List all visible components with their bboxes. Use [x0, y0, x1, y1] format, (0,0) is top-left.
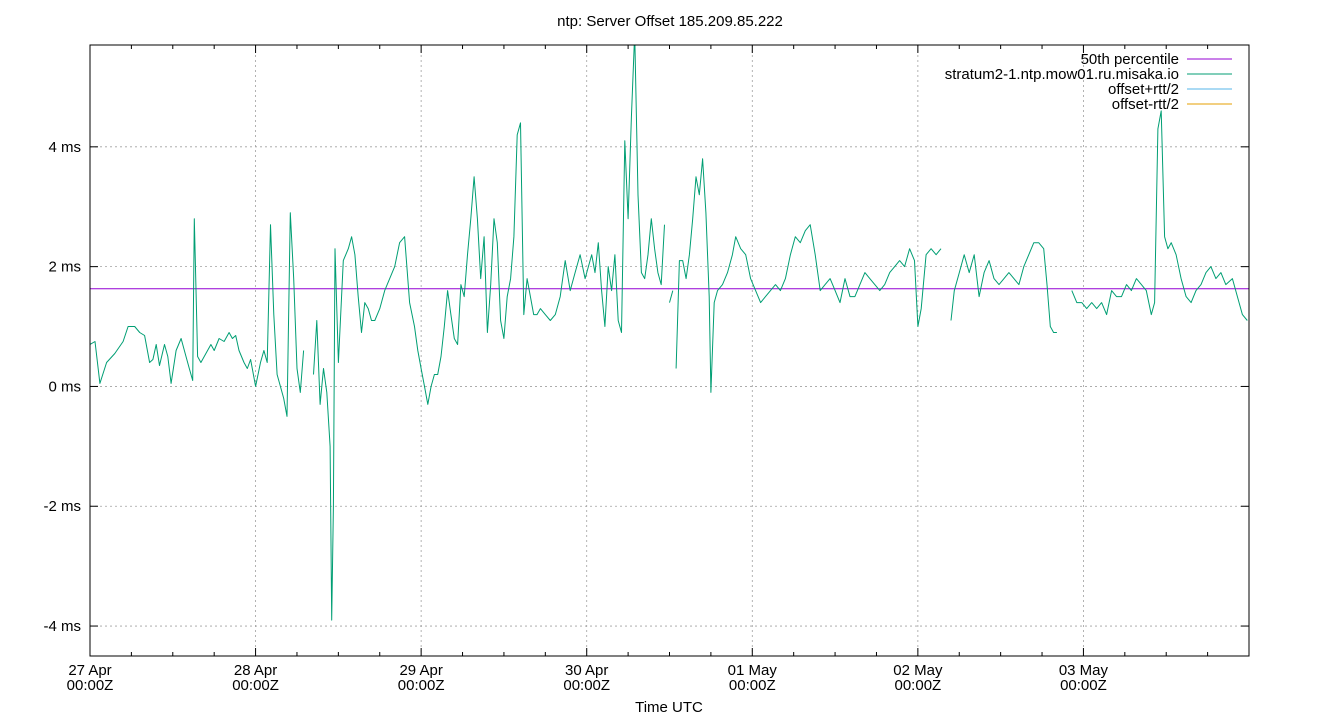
legend: 50th percentilestratum2-1.ntp.mow01.ru.m… — [945, 51, 1232, 113]
chart-title: ntp: Server Offset 185.209.85.222 — [557, 13, 783, 30]
y-tick-label: 0 ms — [48, 378, 81, 395]
x-tick-time-label: 00:00Z — [563, 677, 610, 694]
series-line-segment — [675, 158, 942, 393]
series-group — [90, 45, 1249, 621]
y-tick-label: -2 ms — [44, 498, 82, 515]
y-tick-label: -4 ms — [44, 618, 82, 635]
x-axis-label: Time UTC — [635, 699, 703, 716]
y-tick-label: 2 ms — [48, 259, 81, 276]
x-tick-time-label: 00:00Z — [729, 677, 776, 694]
x-tick-time-label: 00:00Z — [232, 677, 279, 694]
series-line-segment — [313, 45, 665, 621]
series-line-segment — [90, 212, 305, 417]
chart-svg: 4 ms2 ms0 ms-2 ms-4 ms27 Apr00:00Z28 Apr… — [44, 13, 1250, 716]
x-tick-time-label: 00:00Z — [1060, 677, 1107, 694]
series-line-segment — [950, 242, 1057, 333]
y-tick-label: 4 ms — [48, 139, 81, 156]
series-line-segment — [669, 290, 674, 303]
axis-ticks: 4 ms2 ms0 ms-2 ms-4 ms27 Apr00:00Z28 Apr… — [44, 45, 1249, 694]
x-tick-time-label: 00:00Z — [67, 677, 114, 694]
x-tick-time-label: 00:00Z — [895, 677, 942, 694]
series-layer — [90, 45, 1249, 621]
legend-label: offset-rtt/2 — [1112, 96, 1179, 113]
x-tick-time-label: 00:00Z — [398, 677, 445, 694]
